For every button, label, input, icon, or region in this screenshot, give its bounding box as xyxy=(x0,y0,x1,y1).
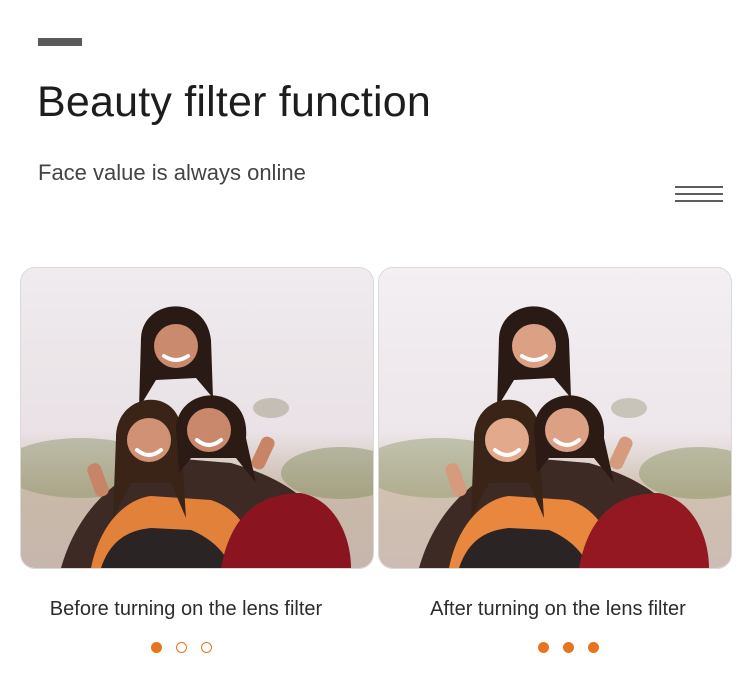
after-carousel-dots xyxy=(538,642,599,653)
accent-bar xyxy=(38,38,82,46)
carousel-dot[interactable] xyxy=(563,642,574,653)
carousel-dot[interactable] xyxy=(201,642,212,653)
carousel-dot[interactable] xyxy=(176,642,187,653)
carousel-dot[interactable] xyxy=(588,642,599,653)
page-subtitle: Face value is always online xyxy=(38,160,306,185)
after-caption: After turning on the lens filter xyxy=(430,598,686,620)
after-photo-image xyxy=(379,268,731,568)
before-photo-image xyxy=(21,268,373,568)
before-photo xyxy=(20,267,374,569)
carousel-dot[interactable] xyxy=(538,642,549,653)
before-caption: Before turning on the lens filter xyxy=(49,598,323,620)
before-carousel-dots xyxy=(151,642,212,653)
carousel-dot[interactable] xyxy=(151,642,162,653)
hamburger-menu-icon[interactable] xyxy=(675,186,723,202)
page-title: Beauty filter function xyxy=(37,78,432,126)
after-photo xyxy=(378,267,732,569)
